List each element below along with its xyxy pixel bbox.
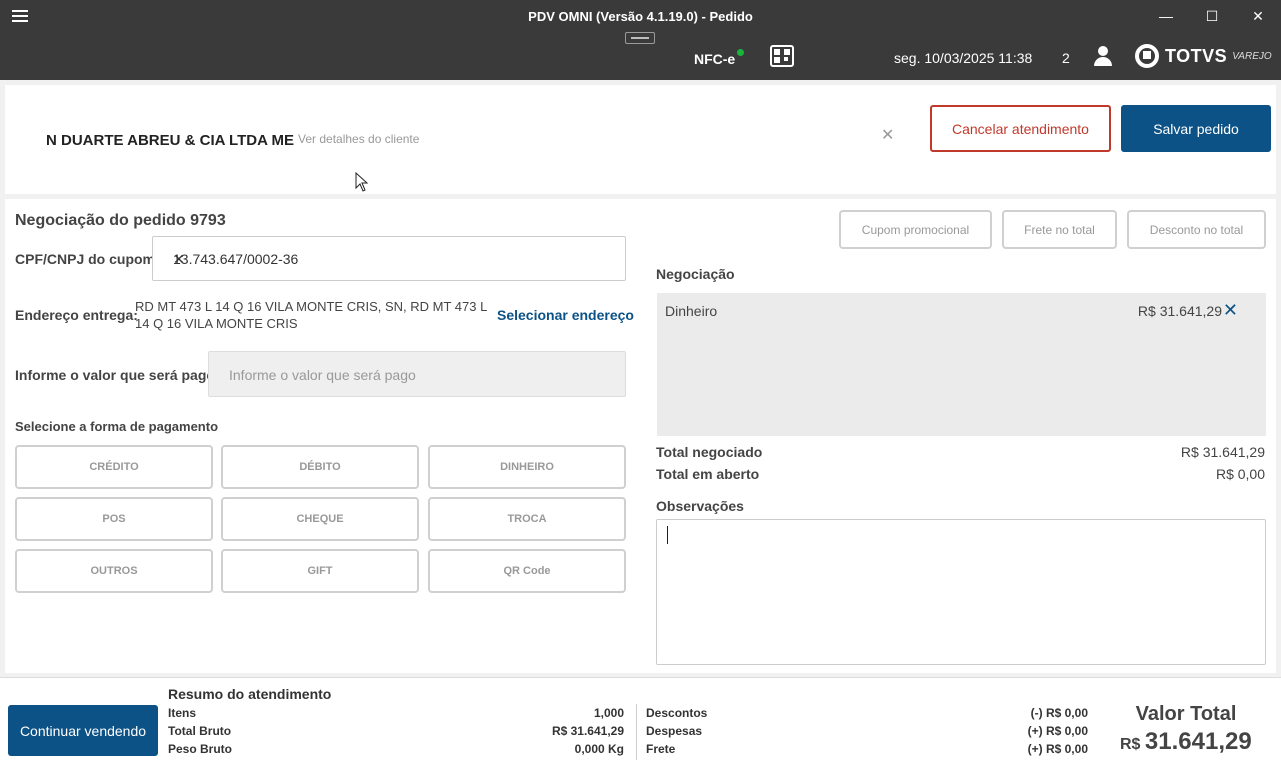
nfce-label: NFC-e <box>694 51 736 67</box>
discounts-value: (-) R$ 0,00 <box>1030 706 1088 720</box>
expenses-label: Despesas <box>646 724 703 738</box>
logo-subtext: VAREJO <box>1232 50 1272 62</box>
total-currency: R$ <box>1120 736 1141 753</box>
logo-text: TOTVS <box>1165 45 1228 66</box>
total-negotiated-label: Total negociado <box>656 444 763 460</box>
total-value: R$ 31.641,29 <box>1120 728 1252 756</box>
totvs-logo: TOTVS VAREJO <box>1135 44 1272 68</box>
promo-coupon-button[interactable]: Cupom promocional <box>839 210 992 249</box>
payment-cash-button[interactable]: DINHEIRO <box>428 445 626 489</box>
remove-customer-icon[interactable]: ✕ <box>881 125 894 145</box>
notes-textarea[interactable] <box>656 519 1266 665</box>
clear-cpf-icon[interactable]: ✕ <box>173 251 615 268</box>
total-open-value: R$ 0,00 <box>1215 466 1265 482</box>
app-window: PDV OMNI (Versão 4.1.19.0) - Pedido — ☐ … <box>0 0 1281 766</box>
negotiation-list: Dinheiro R$ 31.641,29 ✕ <box>657 293 1266 436</box>
datetime: seg. 10/03/2025 11:38 <box>894 50 1033 66</box>
payment-pos-button[interactable]: POS <box>15 497 213 541</box>
title-bar: PDV OMNI (Versão 4.1.19.0) - Pedido — ☐ … <box>0 0 1281 80</box>
items-value: 1,000 <box>593 706 624 720</box>
text-caret <box>667 526 668 544</box>
discount-total-button[interactable]: Desconto no total <box>1127 210 1266 249</box>
payment-qrcode-button[interactable]: QR Code <box>428 549 626 593</box>
payment-credit-button[interactable]: CRÉDITO <box>15 445 213 489</box>
remove-payment-icon[interactable]: ✕ <box>1223 300 1238 321</box>
close-button[interactable]: ✕ <box>1248 6 1268 26</box>
payment-value-placeholder: Informe o valor que será pago <box>229 367 416 383</box>
freight-total-button[interactable]: Frete no total <box>1002 210 1117 249</box>
summary-title: Resumo do atendimento <box>168 686 332 702</box>
nfce-status-icon <box>737 49 744 56</box>
minimize-button[interactable]: — <box>1156 6 1176 26</box>
negotiation-method: Dinheiro <box>665 303 718 319</box>
summary-footer: Continuar vendendo Resumo do atendimento… <box>0 677 1281 766</box>
address-text: RD MT 473 L 14 Q 16 VILA MONTE CRIS, SN,… <box>135 299 487 331</box>
payment-gift-button[interactable]: GIFT <box>221 549 419 593</box>
gross-total-label: Total Bruto <box>168 724 232 738</box>
payment-value-input[interactable]: Informe o valor que será pago <box>208 351 626 397</box>
maximize-button[interactable]: ☐ <box>1202 6 1222 26</box>
customer-name: N DUARTE ABREU & CIA LTDA ME <box>46 132 295 149</box>
gross-total-value: R$ 31.641,29 <box>551 724 624 738</box>
gross-weight-label: Peso Bruto <box>168 742 233 756</box>
select-address-link[interactable]: Selecionar endereço <box>497 307 634 323</box>
qr-code-icon[interactable] <box>770 45 794 67</box>
payment-check-button[interactable]: CHEQUE <box>221 497 419 541</box>
keyboard-icon[interactable] <box>625 32 655 44</box>
total-amount: 31.641,29 <box>1144 728 1252 755</box>
customer-details-link[interactable]: Ver detalhes do cliente <box>298 132 419 146</box>
freight-value: (+) R$ 0,00 <box>1027 742 1088 756</box>
items-label: Itens <box>168 706 197 720</box>
expenses-value: (+) R$ 0,00 <box>1027 724 1088 738</box>
total-title: Valor Total <box>1135 703 1237 725</box>
totvs-logo-icon <box>1135 44 1159 68</box>
gross-weight-value: 0,000 Kg <box>574 742 624 756</box>
main-panel: Negociação do pedido 9793 CPF/CNPJ do cu… <box>5 199 1276 673</box>
summary-divider <box>636 704 637 760</box>
payment-exchange-button[interactable]: TROCA <box>428 497 626 541</box>
notes-label: Observações <box>656 498 744 514</box>
payment-value-label: Informe o valor que será pago <box>15 367 215 383</box>
discounts-label: Descontos <box>646 706 708 720</box>
total-open-label: Total em aberto <box>656 466 760 482</box>
user-icon[interactable] <box>1094 46 1112 66</box>
address-label: Endereço entrega: <box>15 307 138 323</box>
doc-label: CPF/CNPJ do cupom <box>15 251 156 267</box>
cancel-service-button[interactable]: Cancelar atendimento <box>930 105 1111 152</box>
freight-label: Frete <box>646 742 676 756</box>
mouse-pointer-icon <box>355 172 369 192</box>
continue-selling-button[interactable]: Continuar vendendo <box>8 705 158 756</box>
page-title: Negociação do pedido 9793 <box>15 212 226 229</box>
operator-counter: 2 <box>1062 50 1070 66</box>
payment-method-title: Selecione a forma de pagamento <box>15 419 219 434</box>
customer-panel: N DUARTE ABREU & CIA LTDA ME Ver detalhe… <box>5 85 1276 194</box>
payment-other-button[interactable]: OUTROS <box>15 549 213 593</box>
window-title: PDV OMNI (Versão 4.1.19.0) - Pedido <box>528 9 753 24</box>
negotiation-amount: R$ 31.641,29 <box>1137 303 1222 319</box>
negotiation-title: Negociação <box>656 266 735 282</box>
cpf-cnpj-input[interactable]: 13.743.647/0002-36 ✕ <box>152 236 626 281</box>
total-negotiated-value: R$ 31.641,29 <box>1180 444 1265 460</box>
payment-debit-button[interactable]: DÉBITO <box>221 445 419 489</box>
save-order-button[interactable]: Salvar pedido <box>1121 105 1271 152</box>
